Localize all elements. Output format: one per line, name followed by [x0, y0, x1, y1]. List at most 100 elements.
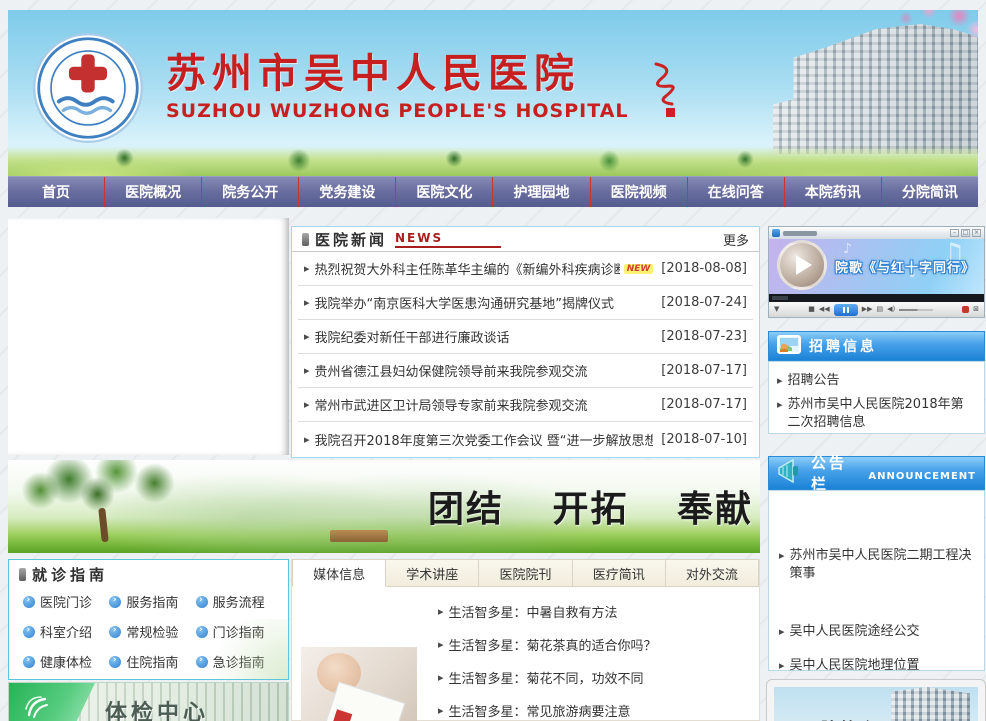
- guide-link-outpatient[interactable]: 医院门诊: [23, 592, 109, 611]
- guide-link-outpatient-guide[interactable]: 门诊指南: [196, 622, 282, 641]
- site-title-en: SUZHOU WUZHONG PEOPLE'S HOSPITAL: [166, 100, 646, 122]
- news-item[interactable]: 常州市武进区卫计局领导专家前来我院参观交流 [2018-07-17]: [298, 388, 753, 422]
- news-date: [2018-08-08]: [653, 261, 747, 276]
- arrow-icon: [779, 657, 790, 675]
- news-item[interactable]: 贵州省德江县妇幼保健院领导前来我院参观交流 [2018-07-17]: [298, 354, 753, 388]
- nav-item-branch[interactable]: 分院简讯: [882, 177, 978, 207]
- nav-item-open-affairs[interactable]: 院务公开: [202, 177, 299, 207]
- nav-item-culture[interactable]: 医院文化: [396, 177, 493, 207]
- checkup-title: 体检中心: [105, 695, 209, 721]
- announcement-link[interactable]: 吴中人民医院途经公交: [779, 623, 976, 641]
- next-icon[interactable]: ▶▶: [862, 306, 873, 313]
- previous-icon[interactable]: ◀◀: [819, 306, 830, 313]
- arrow-icon: [304, 329, 315, 344]
- news-item[interactable]: 热烈祝贺大外科主任陈革华主编的《新编外科疾病诊断与治 NEW [2018-08-…: [298, 252, 753, 286]
- news-section-subtitle: NEWS: [395, 231, 501, 248]
- section-bullet-icon: [302, 233, 309, 246]
- info-tabs-panel: 媒体信息 学术讲座 医院院刊 医疗简讯 对外交流 生活智多星：中暑自救有方法 生…: [291, 559, 760, 721]
- bench-decoration: [330, 530, 388, 542]
- guide-link-inpatient-guide[interactable]: 住院指南: [109, 652, 195, 671]
- tab-hospital-journal[interactable]: 医院院刊: [479, 559, 572, 587]
- player-maximize-button[interactable]: □: [961, 229, 970, 237]
- nav-item-nursing[interactable]: 护理园地: [493, 177, 590, 207]
- player-screen[interactable]: ♫ ♪ ♪ 院歌《与红十字同行》: [769, 239, 984, 294]
- article-link[interactable]: 生活智多星：菊花茶真的适合你吗？: [438, 628, 749, 661]
- announcement-link[interactable]: 吴中人民医院地理位置: [779, 657, 976, 675]
- arrow-icon: [438, 670, 449, 685]
- play-button[interactable]: [777, 240, 827, 290]
- hospital-intro-panel[interactable]: 医院简介: [766, 679, 986, 721]
- tab-academic-lectures[interactable]: 学术讲座: [386, 559, 479, 587]
- checkup-logo: [9, 683, 95, 721]
- tab-external-exchange[interactable]: 对外交流: [666, 559, 759, 587]
- tab-bar: 媒体信息 学术讲座 医院院刊 医疗简讯 对外交流: [292, 559, 759, 587]
- news-item[interactable]: 我院举办“南京医科大学医患沟通研究基地”揭牌仪式 [2018-07-24]: [298, 286, 753, 320]
- hospital-news-panel: 医院新闻 NEWS 更多 热烈祝贺大外科主任陈革华主编的《新编外科疾病诊断与治 …: [291, 226, 760, 458]
- announcement-subtitle: ANNOUNCEMENT: [868, 471, 976, 482]
- tab-medical-briefs[interactable]: 医疗简讯: [573, 559, 666, 587]
- video-player: – □ × ♫ ♪ ♪ 院歌《与红十字同行》 ▼ ■ ◀◀ ▶▶ ▤ ◀) ⊠: [768, 226, 985, 318]
- fullscreen-icon[interactable]: ⊠: [973, 306, 979, 313]
- song-title: 院歌《与红十字同行》: [835, 257, 975, 276]
- volume-slider[interactable]: [899, 309, 933, 311]
- article-link[interactable]: 生活智多星：常见旅游病要注意: [438, 694, 749, 721]
- nav-item-home[interactable]: 首页: [8, 177, 105, 207]
- article-link[interactable]: 生活智多星：菊花不同，功效不同: [438, 661, 749, 694]
- stop-icon[interactable]: ■: [808, 306, 815, 313]
- playlist-icon[interactable]: ▤: [876, 306, 883, 313]
- megaphone-icon: [777, 459, 803, 487]
- arrow-icon: [779, 623, 790, 641]
- guide-link-service-guide[interactable]: 服务指南: [109, 592, 195, 611]
- circle-arrow-icon: [109, 596, 121, 608]
- news-item[interactable]: 我院召开2018年度第三次党委工作会议 暨“进一步解放思想 [2018-07-1…: [298, 422, 753, 456]
- circle-arrow-icon: [109, 656, 121, 668]
- player-name-text: [783, 231, 817, 236]
- recruit-box: 招聘公告 苏州市吴中人民医院2018年第二次招聘信息: [768, 361, 985, 434]
- tab-content: 生活智多星：中暑自救有方法 生活智多星：菊花茶真的适合你吗？ 生活智多星：菊花不…: [292, 587, 759, 721]
- guide-link-service-flow[interactable]: 服务流程: [196, 592, 282, 611]
- tree-decoration: [12, 460, 202, 520]
- news-item[interactable]: 我院纪委对新任干部进行廉政谈话 [2018-07-23]: [298, 320, 753, 354]
- player-minimize-button[interactable]: –: [950, 229, 959, 237]
- announcement-section-header: 公告栏 ANNOUNCEMENT: [768, 456, 985, 490]
- guide-link-emergency-guide[interactable]: 急诊指南: [196, 652, 282, 671]
- nav-item-qa[interactable]: 在线问答: [688, 177, 785, 207]
- hospital-logo-icon: [32, 32, 144, 144]
- article-photo: [301, 647, 417, 721]
- intro-title: 医院简介: [802, 715, 878, 721]
- intro-building-image: [874, 687, 970, 721]
- recruit-link[interactable]: 苏州市吴中人民医院2018年第二次招聘信息: [777, 396, 976, 432]
- guide-link-departments[interactable]: 科室介绍: [23, 622, 109, 641]
- new-badge: NEW: [624, 264, 654, 274]
- recruit-link[interactable]: 招聘公告: [777, 372, 976, 390]
- nav-item-pharmacy[interactable]: 本院药讯: [785, 177, 882, 207]
- nav-item-video[interactable]: 医院视频: [591, 177, 688, 207]
- options-icon[interactable]: ▼: [774, 306, 779, 313]
- record-icon[interactable]: [962, 306, 969, 313]
- news-date: [2018-07-17]: [653, 363, 747, 378]
- circle-arrow-icon: [23, 656, 35, 668]
- volume-icon[interactable]: ◀): [887, 306, 895, 313]
- guide-link-health-checkup[interactable]: 健康体检: [23, 652, 109, 671]
- circle-arrow-icon: [196, 656, 208, 668]
- player-seekbar[interactable]: [769, 294, 984, 302]
- player-titlebar: – □ ×: [769, 227, 984, 239]
- circle-arrow-icon: [196, 596, 208, 608]
- checkup-center-banner[interactable]: 体检中心: [8, 682, 289, 721]
- page: 苏州市吴中人民医院 SUZHOU WUZHONG PEOPLE'S HOSPIT…: [0, 0, 986, 721]
- news-more-link[interactable]: 更多: [723, 230, 749, 249]
- circle-arrow-icon: [23, 626, 35, 638]
- intro-image: 医院简介: [774, 687, 978, 721]
- arrow-icon: [438, 637, 449, 652]
- player-close-button[interactable]: ×: [972, 229, 981, 237]
- article-link[interactable]: 生活智多星：中暑自救有方法: [438, 595, 749, 628]
- pause-button[interactable]: [834, 304, 858, 316]
- nav-item-overview[interactable]: 医院概况: [105, 177, 202, 207]
- nav-item-party-building[interactable]: 党务建设: [299, 177, 396, 207]
- tab-media-info[interactable]: 媒体信息: [292, 559, 386, 587]
- image-carousel[interactable]: [8, 218, 289, 455]
- music-note-icon: ♪: [843, 241, 852, 257]
- guide-link-routine-tests[interactable]: 常规检验: [109, 622, 195, 641]
- arrow-icon: [438, 703, 449, 718]
- announcement-link[interactable]: 苏州市吴中人民医院二期工程决策事: [779, 547, 976, 583]
